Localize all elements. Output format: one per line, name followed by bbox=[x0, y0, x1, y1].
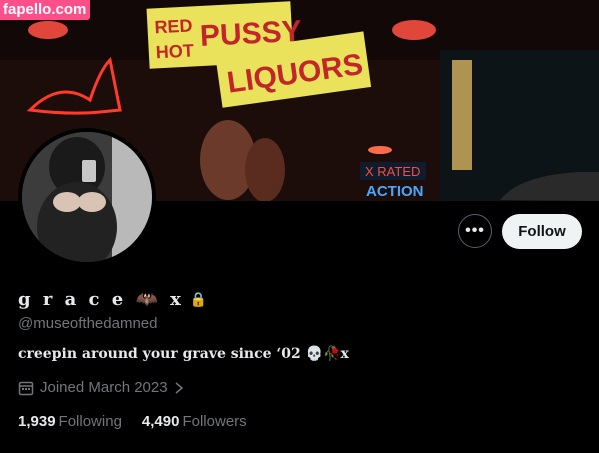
profile-bio: creepin around your grave since ‘02 💀🥀x bbox=[18, 346, 349, 362]
more-icon: ••• bbox=[465, 222, 485, 239]
calendar-icon bbox=[18, 381, 34, 395]
svg-text:RED: RED bbox=[154, 15, 193, 37]
following-label: Following bbox=[58, 413, 122, 430]
followers-count: 4,490 bbox=[141, 413, 180, 430]
display-name-text: g r a c e 🦇 x bbox=[18, 289, 184, 310]
followers-link[interactable]: 4,490 Followers bbox=[142, 413, 247, 430]
joined-date[interactable]: Joined March 2023 bbox=[18, 379, 184, 396]
lock-icon: 🔒 bbox=[189, 291, 211, 308]
following-link[interactable]: 1,939 Following bbox=[18, 413, 122, 430]
profile-stats: 1,939 Following 4,490 Followers bbox=[18, 413, 247, 430]
follow-button[interactable]: Follow bbox=[502, 214, 582, 249]
username-handle: @museofthedamned bbox=[18, 315, 158, 332]
more-options-button[interactable]: ••• bbox=[458, 214, 492, 248]
watermark: fapello.com bbox=[0, 0, 91, 20]
display-name: g r a c e 🦇 x 🔒 bbox=[18, 289, 210, 310]
joined-text: Joined March 2023 bbox=[40, 379, 168, 396]
avatar[interactable] bbox=[18, 128, 156, 266]
chevron-right-icon bbox=[175, 381, 183, 394]
svg-text:ACTION: ACTION bbox=[366, 183, 424, 200]
avatar-image bbox=[22, 132, 152, 262]
banner-sign-hot: HOT bbox=[155, 40, 194, 62]
followers-label: Followers bbox=[182, 413, 247, 430]
following-count: 1,939 bbox=[18, 413, 56, 430]
svg-text:X RATED: X RATED bbox=[365, 164, 420, 179]
